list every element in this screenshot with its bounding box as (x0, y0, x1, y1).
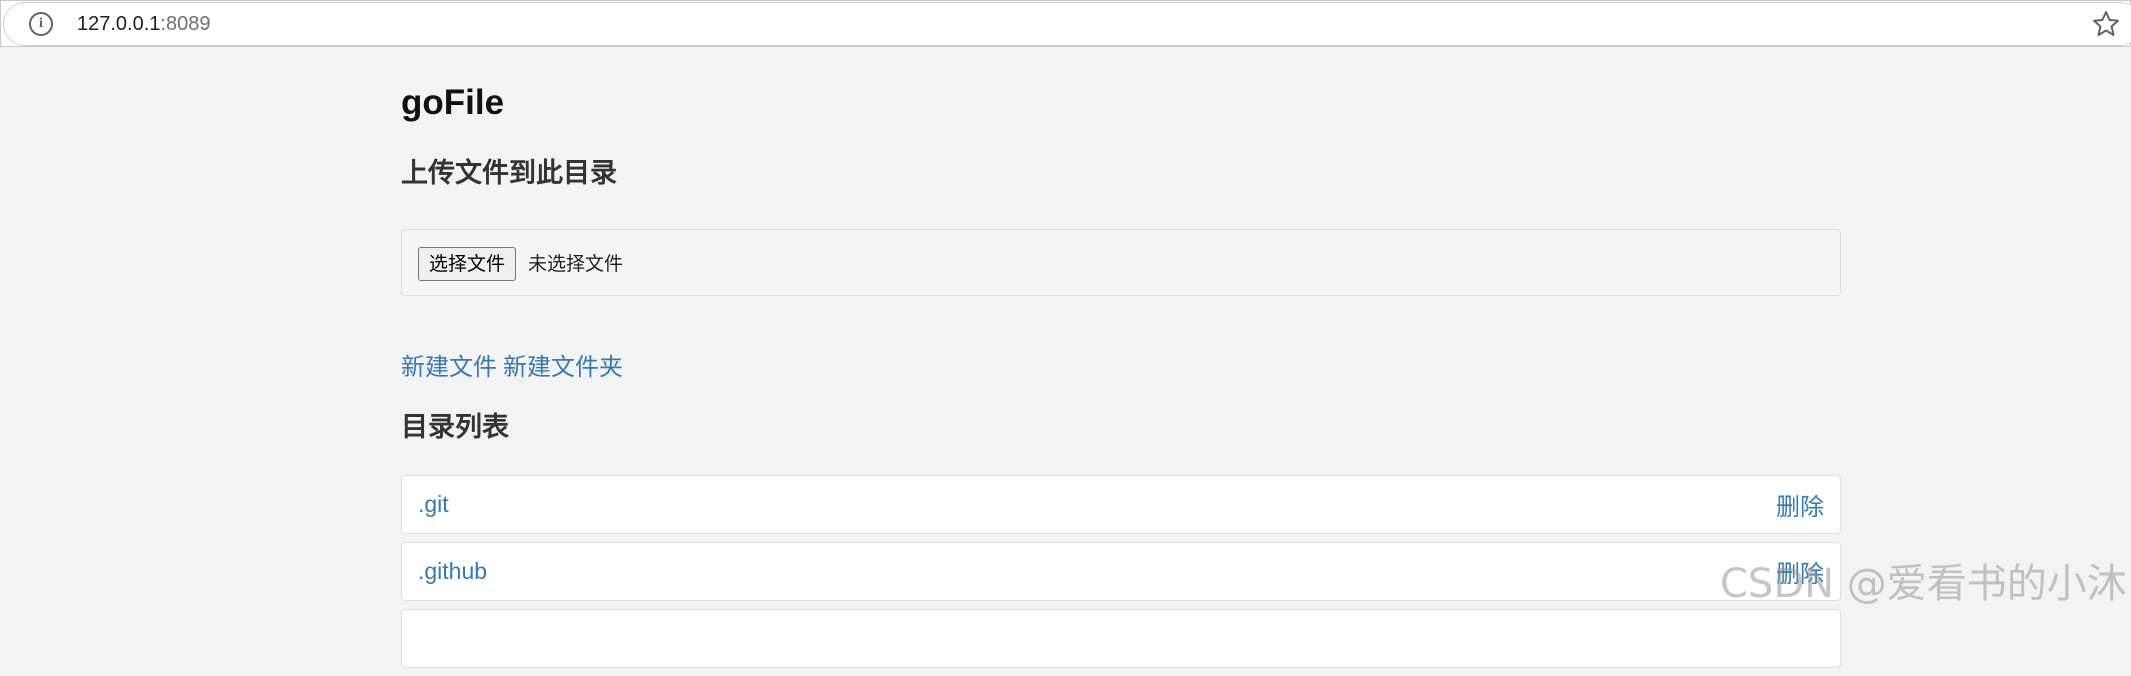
upload-heading: 上传文件到此目录 (401, 158, 617, 189)
star-icon[interactable] (2091, 9, 2121, 39)
entry-name-link[interactable]: .github (418, 556, 487, 586)
info-icon[interactable]: i (29, 12, 53, 36)
list-item-partial (401, 609, 1841, 668)
directory-list: .git 删除 .github 删除 (401, 475, 1841, 676)
omnibox[interactable] (3, 2, 2131, 46)
list-item: .github 删除 (401, 542, 1841, 601)
entry-name-link[interactable]: .git (418, 489, 449, 519)
create-actions: 新建文件 新建文件夹 (401, 350, 629, 384)
page-title: goFile (401, 83, 505, 122)
new-file-link[interactable]: 新建文件 (401, 353, 497, 381)
url-port: :8089 (160, 13, 211, 35)
upload-form: 选择文件 未选择文件 (401, 229, 1841, 296)
watermark: CSDN @爱看书的小沐 (1720, 561, 2127, 607)
browser-address-bar: i 127.0.0.1:8089 (0, 0, 2131, 47)
choose-file-button[interactable]: 选择文件 (418, 247, 517, 281)
url-host: 127.0.0.1 (77, 13, 161, 35)
new-folder-link[interactable]: 新建文件夹 (503, 353, 623, 381)
list-item: .git 删除 (401, 475, 1841, 534)
url-text[interactable]: 127.0.0.1:8089 (77, 11, 210, 37)
delete-link[interactable]: 删除 (1776, 492, 1824, 522)
file-status-text: 未选择文件 (528, 253, 624, 275)
directory-list-heading: 目录列表 (401, 412, 509, 443)
